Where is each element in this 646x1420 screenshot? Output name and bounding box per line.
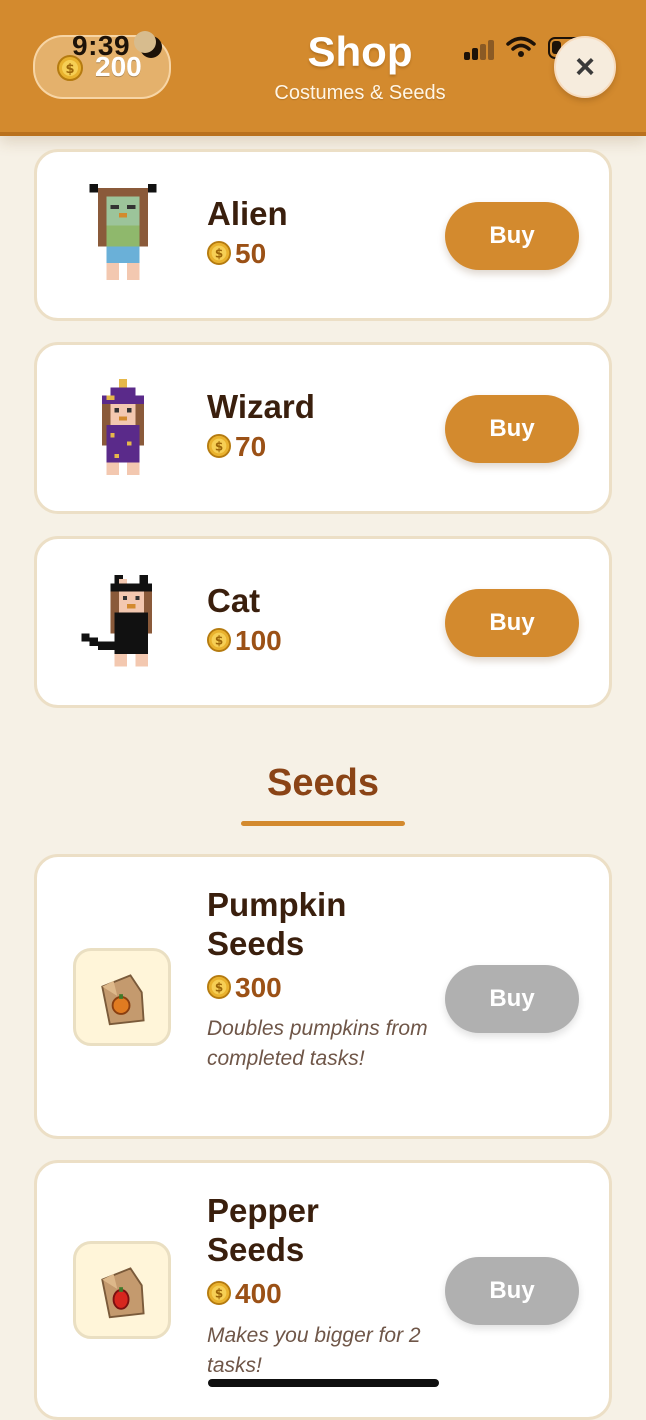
page-subtitle: Costumes & Seeds [274,82,446,104]
costume-price: $50 [207,238,266,270]
seed-name-line2: Seeds [207,925,305,962]
coin-icon: $ [207,628,231,652]
home-indicator [208,1379,439,1387]
costume-price: $70 [207,431,266,463]
seed-name-line1: Pumpkin [207,886,347,923]
seed-name-line1: Pepper [207,1192,319,1229]
wifi-icon [506,36,536,57]
svg-text:$: $ [215,1287,223,1301]
buy-alien-button[interactable]: Buy [445,202,579,270]
svg-text:$: $ [215,247,223,261]
coin-icon: $ [207,1281,231,1305]
pepper-seed-bag-icon [101,1267,145,1319]
seed-name: Pepper Seeds [207,1191,319,1269]
coin-icon: $ [207,975,231,999]
costume-card-cat: Cat $100 Buy [34,536,612,708]
seed-card-pumpkin: Pumpkin Seeds $300 Doubles pumpkins from… [34,854,612,1139]
seed-box [73,1241,171,1339]
costume-price: $100 [207,625,282,657]
seed-description: Doubles pumpkins from completed tasks! [207,1017,428,1070]
pumpkin-seed-bag-icon [101,974,145,1026]
costume-price-value: 100 [235,625,282,656]
costume-name: Alien [207,195,288,232]
seed-box [73,948,171,1046]
svg-text:$: $ [215,634,223,648]
seed-price: $300 [207,972,282,1004]
shop-header: $ 200 9:39 Shop Costumes & Seeds × [0,0,646,136]
seed-price-value: 300 [235,972,282,1003]
close-button[interactable]: × [554,36,616,98]
costume-price-value: 50 [235,238,267,269]
buy-cat-button[interactable]: Buy [445,589,579,657]
wizard-costume-sprite-icon [102,379,144,475]
costume-price-value: 70 [235,431,267,462]
costume-card-wizard: Wizard $70 Buy [34,342,612,514]
section-underline [241,821,405,826]
svg-text:$: $ [215,981,223,995]
alien-costume-sprite-icon [89,184,157,280]
costume-name: Wizard [207,388,315,425]
svg-text:$: $ [215,440,223,454]
seed-name: Pumpkin Seeds [207,885,346,963]
cellular-signal-icon [464,38,498,60]
cat-costume-sprite-icon [81,575,153,667]
seed-description: Makes you bigger for 2 tasks! [207,1324,421,1377]
costume-name: Cat [207,582,261,619]
seed-name-line2: Seeds [207,1231,305,1268]
coin-icon: $ [207,241,231,265]
costume-card-alien: Alien $50 Buy [34,149,612,321]
buy-pumpkin-seeds-button[interactable]: Buy [445,965,579,1033]
buy-pepper-seeds-button[interactable]: Buy [445,1257,579,1325]
buy-wizard-button[interactable]: Buy [445,395,579,463]
seed-price-value: 400 [235,1278,282,1309]
seed-price: $400 [207,1278,282,1310]
coin-icon: $ [207,434,231,458]
seeds-section-title: Seeds [267,762,379,804]
